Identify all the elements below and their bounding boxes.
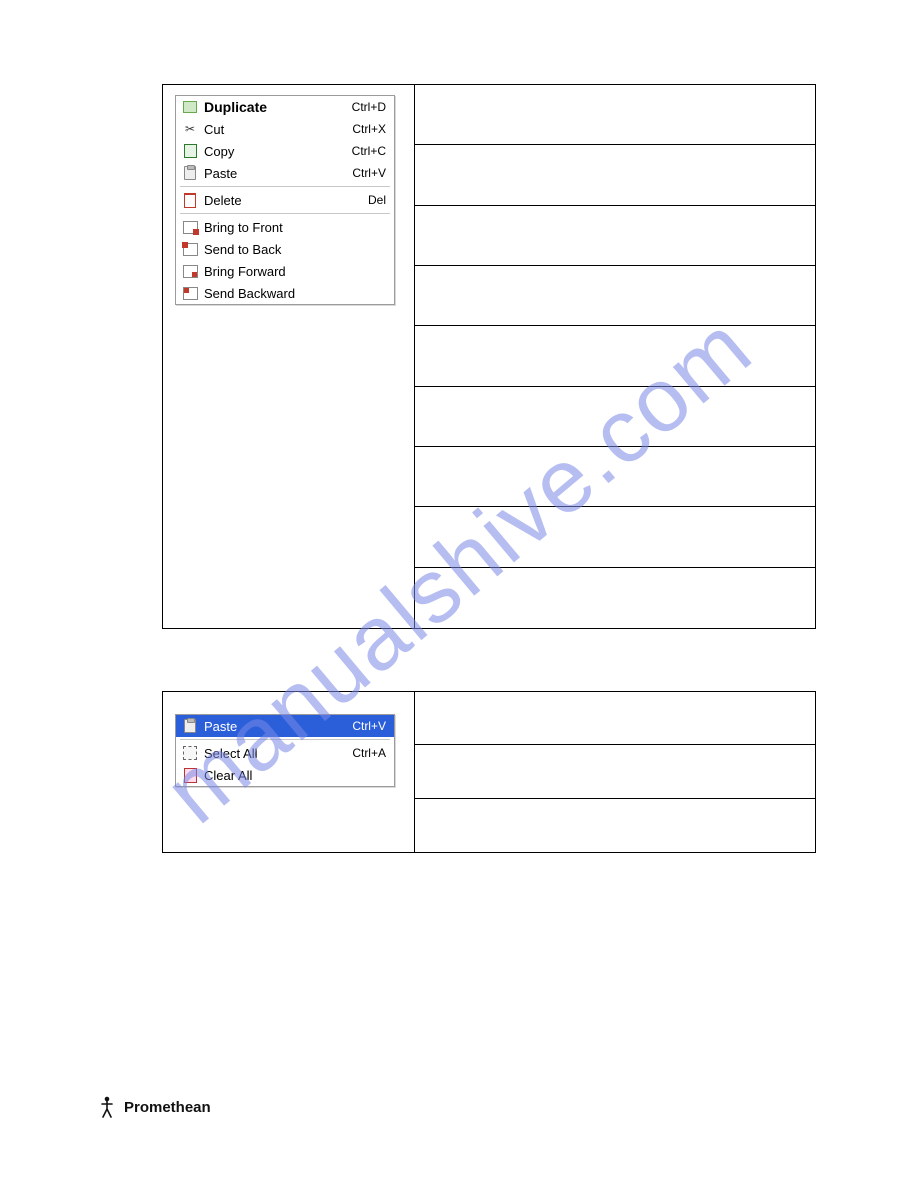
table-row [414, 266, 815, 326]
menu-separator [180, 186, 390, 187]
table-row [414, 745, 815, 798]
table-row [414, 799, 815, 852]
select-all-icon [182, 745, 198, 761]
menu-item-shortcut: Ctrl+X [352, 122, 386, 136]
paste-icon [182, 165, 198, 181]
menu-item-delete[interactable]: Delete Del [176, 189, 394, 211]
menu-item-bring-to-front[interactable]: Bring to Front [176, 216, 394, 238]
brand-name: Promethean [124, 1099, 211, 1116]
cut-icon: ✂ [182, 121, 198, 137]
table-row [414, 692, 815, 745]
menu-item-label: Paste [204, 166, 346, 181]
menu-separator [180, 213, 390, 214]
menu-item-label: Delete [204, 193, 362, 208]
table-row [414, 206, 815, 266]
footer-logo: Promethean [100, 1096, 211, 1118]
panel-left-cell: Paste Ctrl+V Select All Ctrl+A Clear All [163, 692, 414, 852]
clear-all-icon [182, 767, 198, 783]
menu-item-shortcut: Ctrl+D [352, 100, 386, 114]
panel-left-cell: Duplicate Ctrl+D ✂ Cut Ctrl+X Copy Ctrl+… [163, 85, 414, 628]
menu-item-shortcut: Ctrl+A [352, 746, 386, 760]
table-row [414, 387, 815, 447]
menu-item-cut[interactable]: ✂ Cut Ctrl+X [176, 118, 394, 140]
menu-item-label: Bring to Front [204, 220, 380, 235]
menu-item-label: Send to Back [204, 242, 380, 257]
menu-item-send-to-back[interactable]: Send to Back [176, 238, 394, 260]
menu-item-label: Clear All [204, 768, 380, 783]
page: manualshive.com Duplicate Ctrl+D ✂ Cut C… [0, 0, 918, 1188]
menu-item-clear-all[interactable]: Clear All [176, 764, 394, 786]
menu-item-paste[interactable]: Paste Ctrl+V [176, 715, 394, 737]
panel-canvas-menu: Paste Ctrl+V Select All Ctrl+A Clear All [162, 691, 816, 853]
menu-item-select-all[interactable]: Select All Ctrl+A [176, 742, 394, 764]
table-row [414, 447, 815, 507]
table-row [414, 507, 815, 567]
send-back-icon [182, 241, 198, 257]
menu-item-shortcut: Ctrl+V [352, 719, 386, 733]
table-row [414, 568, 815, 628]
menu-item-shortcut: Ctrl+C [352, 144, 386, 158]
menu-item-shortcut: Ctrl+V [352, 166, 386, 180]
menu-item-shortcut: Del [368, 193, 386, 207]
menu-item-label: Send Backward [204, 286, 380, 301]
menu-item-bring-forward[interactable]: Bring Forward [176, 260, 394, 282]
menu-item-label: Paste [204, 719, 346, 734]
context-menu-object: Duplicate Ctrl+D ✂ Cut Ctrl+X Copy Ctrl+… [175, 95, 395, 305]
send-backward-icon [182, 285, 198, 301]
menu-item-paste[interactable]: Paste Ctrl+V [176, 162, 394, 184]
menu-item-label: Select All [204, 746, 346, 761]
table-row [414, 85, 815, 145]
bring-front-icon [182, 219, 198, 235]
menu-item-label: Cut [204, 122, 346, 137]
menu-item-send-backward[interactable]: Send Backward [176, 282, 394, 304]
panel-right-cells [414, 85, 815, 628]
copy-icon [182, 143, 198, 159]
panel-object-menu: Duplicate Ctrl+D ✂ Cut Ctrl+X Copy Ctrl+… [162, 84, 816, 629]
table-row [414, 145, 815, 205]
trash-icon [182, 192, 198, 208]
promethean-logo-icon [100, 1096, 118, 1118]
menu-item-label: Duplicate [204, 99, 346, 115]
menu-item-duplicate[interactable]: Duplicate Ctrl+D [176, 96, 394, 118]
menu-item-copy[interactable]: Copy Ctrl+C [176, 140, 394, 162]
duplicate-icon [182, 99, 198, 115]
panel-right-cells [414, 692, 815, 852]
context-menu-canvas: Paste Ctrl+V Select All Ctrl+A Clear All [175, 714, 395, 787]
menu-item-label: Copy [204, 144, 346, 159]
menu-item-label: Bring Forward [204, 264, 380, 279]
menu-separator [180, 739, 390, 740]
bring-forward-icon [182, 263, 198, 279]
paste-icon [182, 718, 198, 734]
table-row [414, 326, 815, 386]
